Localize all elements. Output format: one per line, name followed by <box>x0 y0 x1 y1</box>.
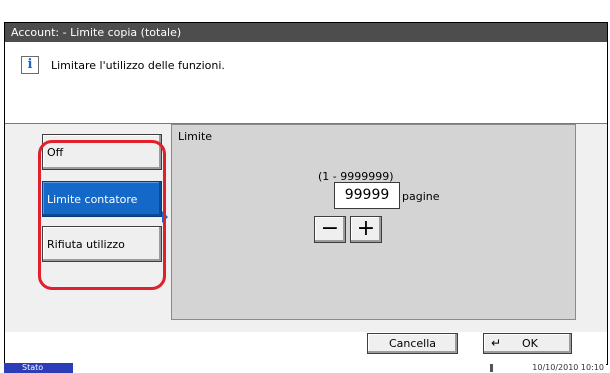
status-button[interactable]: Stato <box>4 363 73 373</box>
counter-limit-button-label: Limite contatore <box>47 193 138 206</box>
info-message: Limitare l'utilizzo delle funzioni. <box>51 59 225 72</box>
counter-limit-button[interactable]: Limite contatore <box>42 181 162 217</box>
window-title: Account: - Limite copia (totale) <box>5 23 607 42</box>
decrease-button[interactable]: − <box>314 216 346 243</box>
deny-usage-button[interactable]: Rifiuta utilizzo <box>42 226 162 262</box>
info-icon: i <box>21 56 39 74</box>
limit-panel: Limite (1 - 9999999) 99999 pagine − + <box>171 124 576 320</box>
info-row: i Limitare l'utilizzo delle funzioni. <box>5 42 607 123</box>
ok-button-label: OK <box>522 337 538 350</box>
limit-unit: pagine <box>402 190 440 203</box>
status-datetime: 10/10/2010 10:10 <box>532 363 604 372</box>
increase-button[interactable]: + <box>350 216 382 243</box>
cancel-button-label: Cancella <box>388 337 437 350</box>
deny-usage-button-label: Rifiuta utilizzo <box>47 238 125 251</box>
limit-value-field[interactable]: 99999 <box>334 182 400 209</box>
off-button[interactable]: Off <box>42 134 162 170</box>
status-bar: Stato 10/10/2010 10:10 <box>4 363 606 373</box>
limit-panel-title: Limite <box>178 130 213 143</box>
minus-icon: − <box>320 216 340 241</box>
cancel-button[interactable]: Cancella <box>367 333 458 354</box>
selection-arrow-icon <box>162 211 168 223</box>
status-indicator-icon <box>490 364 493 372</box>
off-button-label: Off <box>47 146 64 159</box>
enter-return-icon: ↵ <box>491 336 502 350</box>
screen: Account: - Limite copia (totale) i Limit… <box>4 22 608 365</box>
ok-button[interactable]: ↵ OK <box>483 333 572 354</box>
plus-icon: + <box>356 216 376 241</box>
